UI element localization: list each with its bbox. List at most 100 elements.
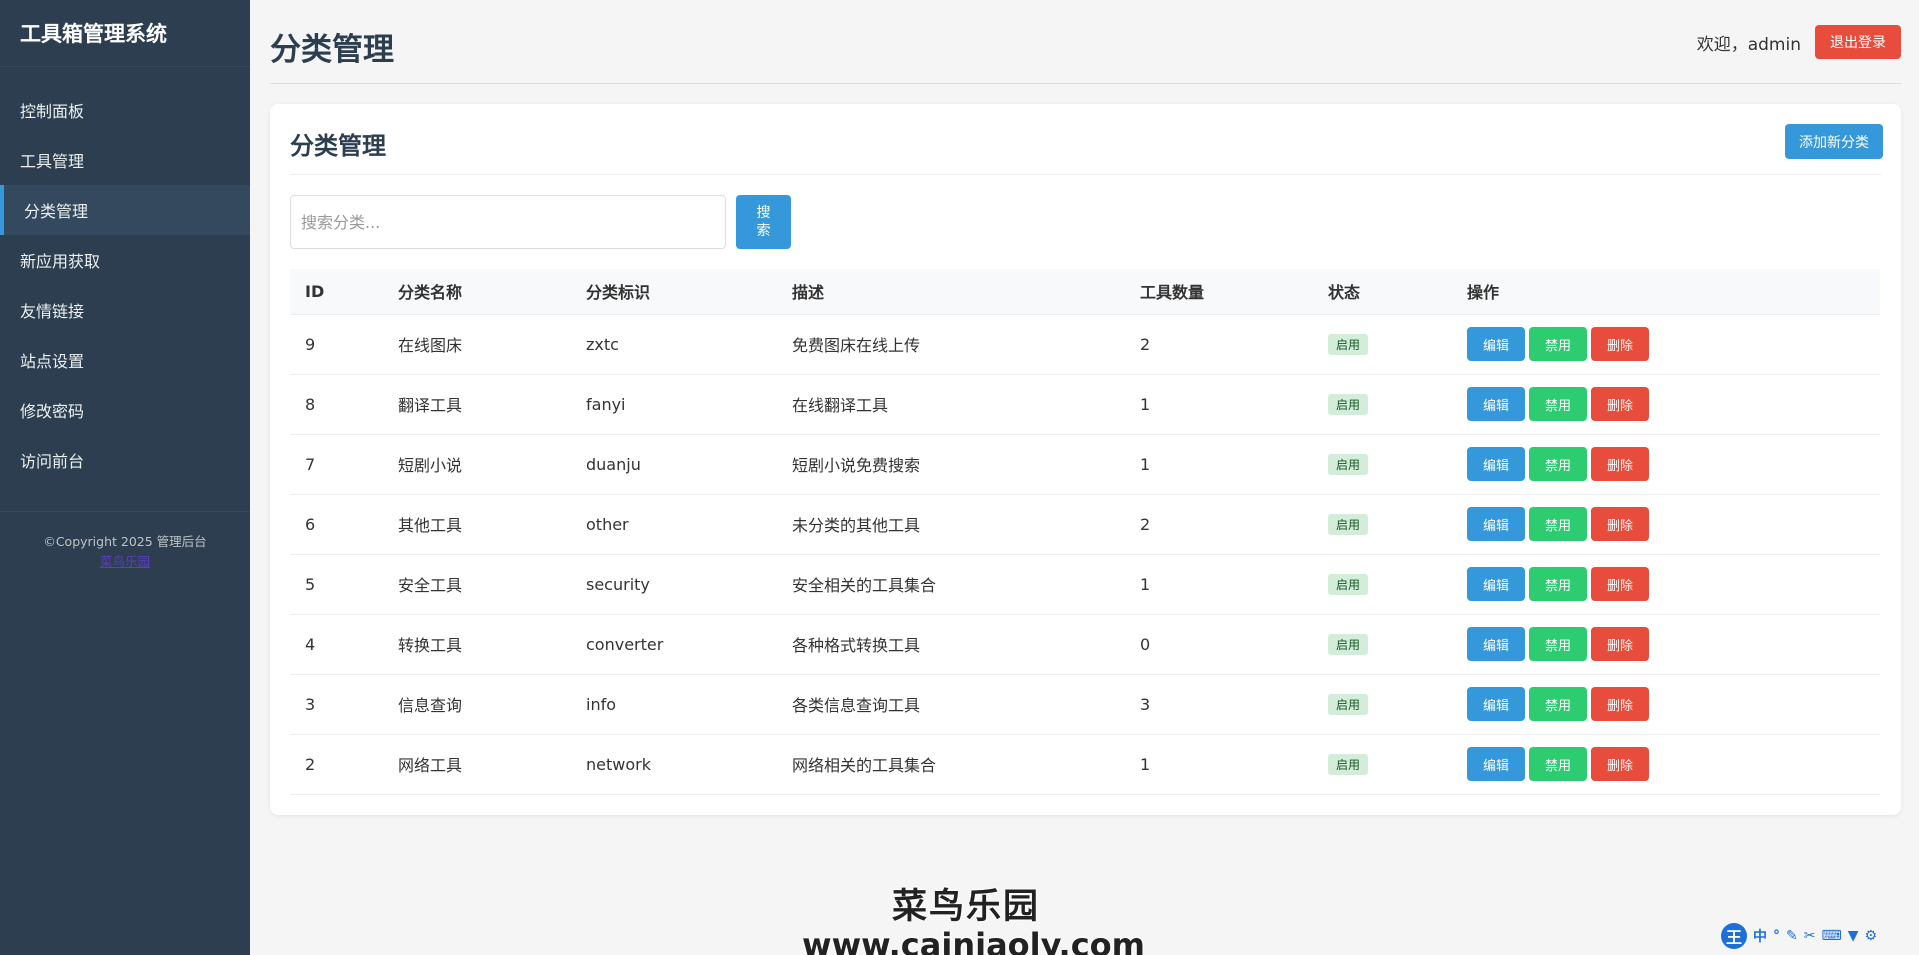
sidebar-item-new-apps[interactable]: 新应用获取 (0, 235, 250, 285)
edit-button[interactable]: 编辑 (1467, 567, 1525, 601)
cell-id: 9 (290, 314, 383, 375)
cell-status: 启用 (1313, 374, 1452, 435)
delete-button[interactable]: 删除 (1591, 327, 1649, 361)
status-badge: 启用 (1328, 393, 1369, 415)
table-row: 7 短剧小说 duanju 短剧小说免费搜索 1 启用 编辑 禁用 删除 (290, 434, 1880, 495)
delete-button[interactable]: 删除 (1591, 567, 1649, 601)
punctuation-icon[interactable]: ° (1773, 928, 1780, 944)
search-input[interactable] (290, 195, 726, 249)
cell-status: 启用 (1313, 494, 1452, 555)
column-header-status: 状态 (1313, 269, 1452, 315)
cell-description: 各种格式转换工具 (777, 614, 1125, 675)
edit-button[interactable]: 编辑 (1467, 687, 1525, 721)
ime-logo-icon[interactable]: 王 (1721, 923, 1747, 949)
cell-tool-count: 0 (1125, 614, 1313, 675)
delete-button[interactable]: 删除 (1591, 687, 1649, 721)
delete-button[interactable]: 删除 (1591, 747, 1649, 781)
cell-slug: duanju (571, 434, 777, 495)
disable-button[interactable]: 禁用 (1529, 447, 1587, 481)
ime-mode-toggle[interactable]: 中 (1753, 926, 1767, 946)
delete-button[interactable]: 删除 (1591, 387, 1649, 421)
edit-button[interactable]: 编辑 (1467, 327, 1525, 361)
column-header-name: 分类名称 (383, 269, 571, 315)
cell-name: 其他工具 (383, 494, 571, 555)
table-row: 8 翻译工具 fanyi 在线翻译工具 1 启用 编辑 禁用 删除 (290, 374, 1880, 435)
cell-status: 启用 (1313, 614, 1452, 675)
status-badge: 启用 (1328, 453, 1369, 475)
edit-button[interactable]: 编辑 (1467, 387, 1525, 421)
ime-toolbar: 王 中 ° ✎ ✂ ⌨ ▼ ⚙ (1721, 922, 1916, 950)
edit-button[interactable]: 编辑 (1467, 507, 1525, 541)
edit-button[interactable]: 编辑 (1467, 747, 1525, 781)
disable-button[interactable]: 禁用 (1529, 387, 1587, 421)
sidebar-item-change-password[interactable]: 修改密码 (0, 385, 250, 435)
cell-actions: 编辑 禁用 删除 (1452, 374, 1880, 435)
category-card: 分类管理 添加新分类 搜索 ID 分类名称 分类标识 描述 工具数量 状态 操作… (270, 104, 1901, 815)
delete-button[interactable]: 删除 (1591, 507, 1649, 541)
keyboard-icon[interactable]: ⌨ (1821, 928, 1841, 944)
disable-button[interactable]: 禁用 (1529, 507, 1587, 541)
status-badge: 启用 (1328, 693, 1369, 715)
table-row: 4 转换工具 converter 各种格式转换工具 0 启用 编辑 禁用 删除 (290, 614, 1880, 675)
table-body: 9 在线图床 zxtc 免费图床在线上传 2 启用 编辑 禁用 删除 8 翻译工具 fanyi 在线翻译… (290, 314, 1880, 795)
disable-button[interactable]: 禁用 (1529, 687, 1587, 721)
delete-button[interactable]: 删除 (1591, 627, 1649, 661)
disable-button[interactable]: 禁用 (1529, 567, 1587, 601)
edit-button[interactable]: 编辑 (1467, 627, 1525, 661)
sidebar-item-tools[interactable]: 工具管理 (0, 135, 250, 185)
table-row: 6 其他工具 other 未分类的其他工具 2 启用 编辑 禁用 删除 (290, 494, 1880, 555)
cell-slug: fanyi (571, 374, 777, 435)
cell-actions: 编辑 禁用 删除 (1452, 434, 1880, 495)
search-button[interactable]: 搜索 (736, 195, 791, 249)
category-table: ID 分类名称 分类标识 描述 工具数量 状态 操作 9 在线图床 zxtc 免费图床… (290, 269, 1880, 795)
shirt-icon[interactable]: ▼ (1848, 928, 1859, 944)
cell-name: 短剧小说 (383, 434, 571, 495)
status-badge: 启用 (1328, 573, 1369, 595)
cell-description: 在线翻译工具 (777, 374, 1125, 435)
cell-slug: security (571, 554, 777, 615)
card-title: 分类管理 (290, 132, 386, 160)
table-row: 9 在线图床 zxtc 免费图床在线上传 2 启用 编辑 禁用 删除 (290, 314, 1880, 375)
cell-name: 翻译工具 (383, 374, 571, 435)
disable-button[interactable]: 禁用 (1529, 627, 1587, 661)
sidebar-item-dashboard[interactable]: 控制面板 (0, 85, 250, 135)
column-header-tool-count: 工具数量 (1125, 269, 1313, 315)
column-header-actions: 操作 (1452, 269, 1880, 315)
cell-slug: other (571, 494, 777, 555)
sidebar-item-visit-frontend[interactable]: 访问前台 (0, 435, 250, 485)
column-header-description: 描述 (777, 269, 1125, 315)
cell-actions: 编辑 禁用 删除 (1452, 674, 1880, 735)
footer-link[interactable]: 菜鸟乐园 (100, 552, 150, 572)
table-row: 5 安全工具 security 安全相关的工具集合 1 启用 编辑 禁用 删除 (290, 554, 1880, 615)
cell-status: 启用 (1313, 434, 1452, 495)
cell-name: 网络工具 (383, 734, 571, 795)
cell-id: 6 (290, 494, 383, 555)
welcome-text: 欢迎，admin (1696, 34, 1801, 55)
cell-actions: 编辑 禁用 删除 (1452, 734, 1880, 795)
card-header: 分类管理 添加新分类 (290, 104, 1883, 175)
sidebar-item-categories[interactable]: 分类管理 (0, 185, 250, 235)
sidebar-item-site-settings[interactable]: 站点设置 (0, 335, 250, 385)
cell-tool-count: 2 (1125, 314, 1313, 375)
sidebar-item-friend-links[interactable]: 友情链接 (0, 285, 250, 335)
add-category-button[interactable]: 添加新分类 (1785, 124, 1883, 159)
delete-button[interactable]: 删除 (1591, 447, 1649, 481)
edit-button[interactable]: 编辑 (1467, 447, 1525, 481)
cell-id: 4 (290, 614, 383, 675)
disable-button[interactable]: 禁用 (1529, 327, 1587, 361)
disable-button[interactable]: 禁用 (1529, 747, 1587, 781)
watermark-name: 菜鸟乐园 (892, 887, 1041, 927)
scissors-icon[interactable]: ✂ (1804, 928, 1816, 944)
cell-name: 转换工具 (383, 614, 571, 675)
cell-name: 在线图床 (383, 314, 571, 375)
search-row: 搜索 (290, 195, 791, 249)
cell-id: 2 (290, 734, 383, 795)
cell-status: 启用 (1313, 674, 1452, 735)
cell-slug: converter (571, 614, 777, 675)
watermark-url: www.cainiaoly.com (802, 926, 1145, 955)
cell-tool-count: 2 (1125, 494, 1313, 555)
pen-icon[interactable]: ✎ (1786, 928, 1798, 944)
gear-icon[interactable]: ⚙ (1864, 928, 1877, 944)
cell-id: 7 (290, 434, 383, 495)
logout-button[interactable]: 退出登录 (1815, 25, 1901, 59)
